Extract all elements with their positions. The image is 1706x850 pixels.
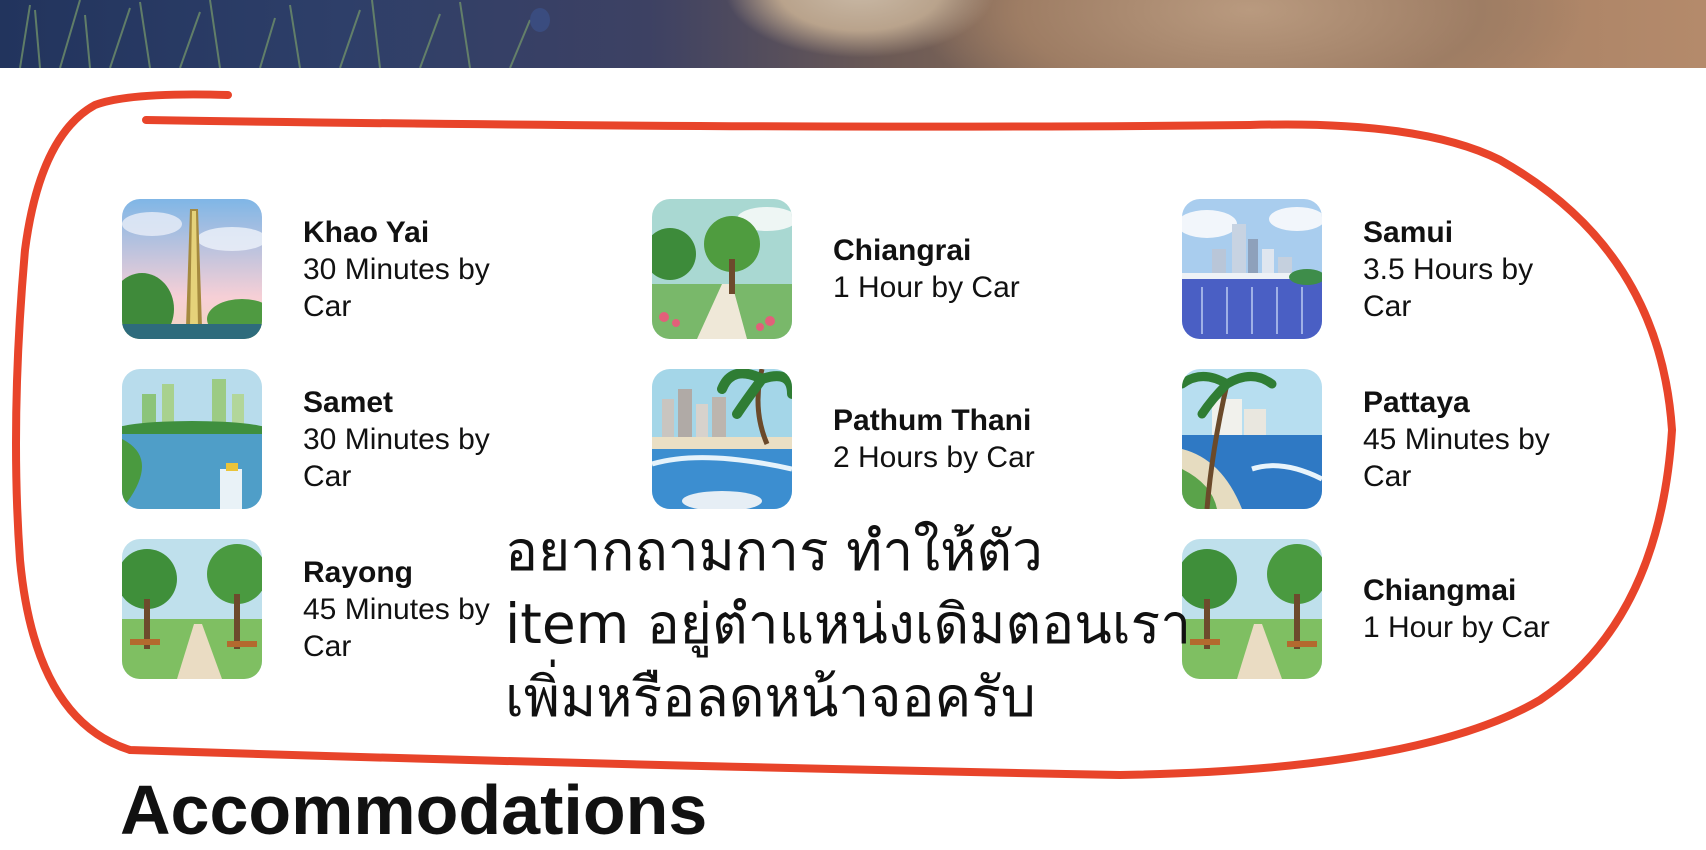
destination-card-rayong[interactable]: Rayong 45 Minutes by Car xyxy=(122,539,513,679)
destination-duration: 45 Minutes by Car xyxy=(1363,422,1550,493)
section-heading-accommodations: Accommodations xyxy=(120,771,708,849)
destination-duration: 2 Hours by Car xyxy=(833,441,1035,474)
destination-name: Chiangrai xyxy=(833,234,972,267)
forest-bench-icon xyxy=(122,539,262,679)
destination-duration: 30 Minutes by Car xyxy=(303,422,490,493)
destination-card-khao-yai[interactable]: Khao Yai 30 Minutes by Car xyxy=(122,199,513,339)
palm-beach-icon xyxy=(1182,369,1322,509)
destination-duration: 3.5 Hours by Car xyxy=(1363,252,1534,323)
destination-duration: 1 Hour by Car xyxy=(1363,611,1550,644)
destination-name: Samui xyxy=(1363,215,1454,249)
destination-card-chiangmai[interactable]: Chiangmai 1 Hour by Car xyxy=(1182,539,1573,679)
destination-duration: 1 Hour by Car xyxy=(833,271,1020,304)
destination-card-pattaya[interactable]: Pattaya 45 Minutes by Car xyxy=(1182,369,1573,509)
city-river-icon xyxy=(122,369,262,509)
destination-name: Pattaya xyxy=(1363,385,1470,419)
park-path-icon xyxy=(652,199,792,339)
beach-city-icon xyxy=(652,369,792,509)
destination-card-samui[interactable]: Samui 3.5 Hours by Car xyxy=(1182,199,1573,339)
destination-name: Chiangmai xyxy=(1363,574,1517,607)
city-bridge-icon xyxy=(1182,199,1322,339)
annotation-question-text: อยากถามการ ทำให้ตัว item อยู่ตำแหน่งเดิม… xyxy=(505,519,1192,729)
destination-card-pathum-thani[interactable]: Pathum Thani 2 Hours by Car xyxy=(652,369,1043,509)
destination-name: Samet xyxy=(303,385,394,419)
destination-name: Rayong xyxy=(303,555,414,589)
destination-name: Khao Yai xyxy=(303,215,430,249)
destination-duration: 30 Minutes by Car xyxy=(303,252,490,323)
destination-name: Pathum Thani xyxy=(833,404,1032,437)
destination-duration: 45 Minutes by Car xyxy=(303,592,490,663)
destination-card-chiangrai[interactable]: Chiangrai 1 Hour by Car xyxy=(652,199,1043,339)
destination-card-samet[interactable]: Samet 30 Minutes by Car xyxy=(122,369,513,509)
tower-icon xyxy=(122,199,262,339)
